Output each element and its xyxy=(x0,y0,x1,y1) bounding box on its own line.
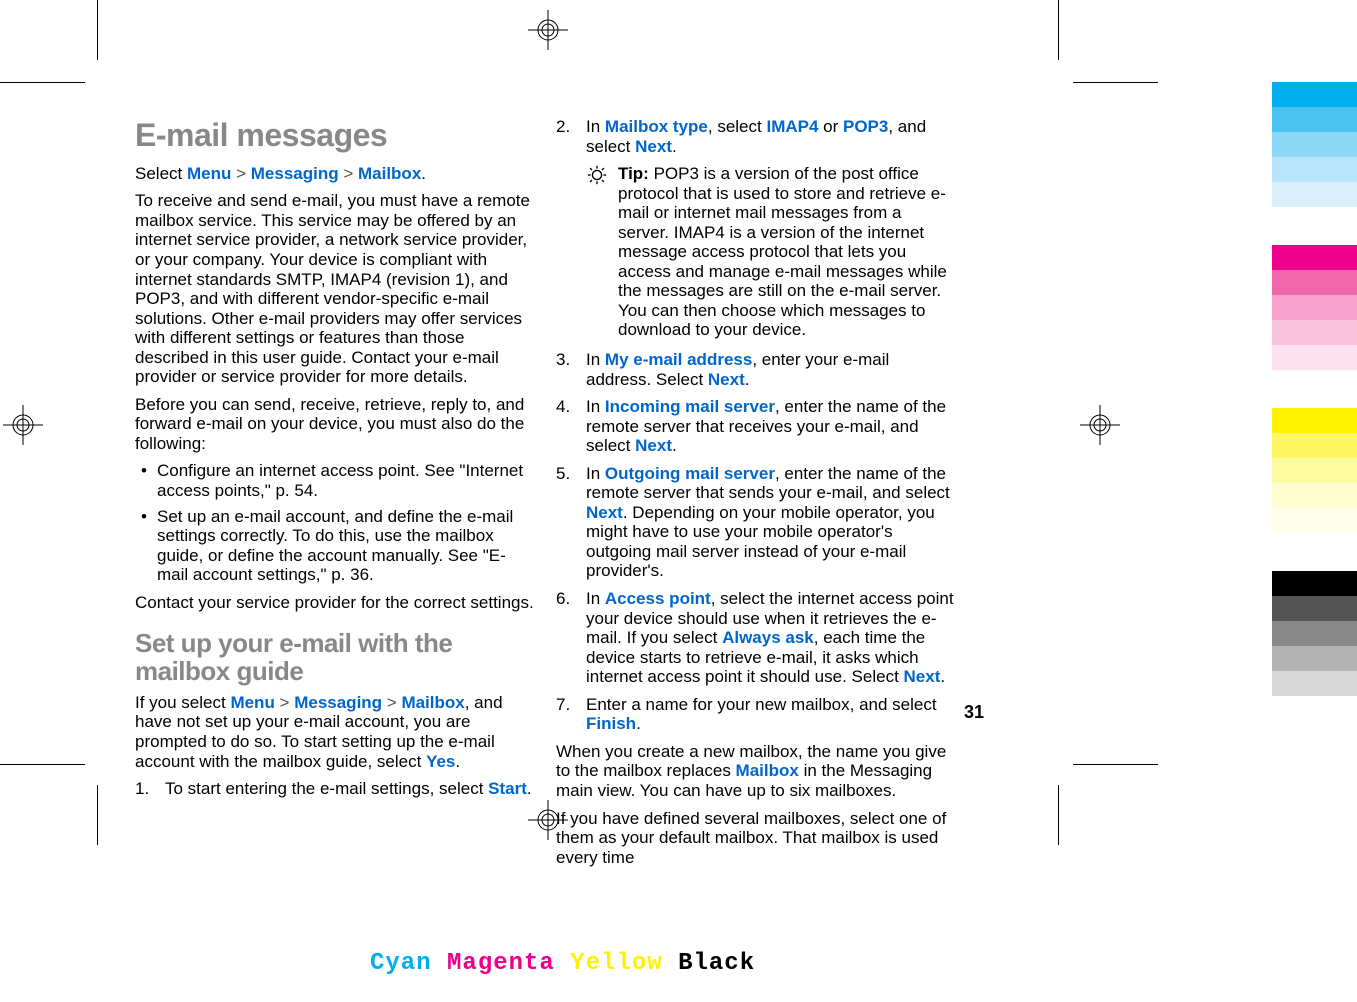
color-swatch xyxy=(1272,571,1357,596)
list-item: Configure an internet access point. See … xyxy=(135,461,534,500)
list-item: 4.In Incoming mail server, enter the nam… xyxy=(556,397,955,456)
color-swatch xyxy=(1272,182,1357,207)
registration-mark-top xyxy=(528,10,568,50)
cmyk-magenta-label: Magenta xyxy=(447,950,555,977)
color-swatch xyxy=(1272,270,1357,295)
crop-mark xyxy=(0,764,85,765)
cmyk-black-label: Black xyxy=(678,950,755,977)
option-yes: Yes xyxy=(426,752,455,771)
numbered-list-continued: 2. In Mailbox type, select IMAP4 or POP3… xyxy=(556,117,955,734)
option-next: Next xyxy=(904,667,941,686)
crop-mark xyxy=(0,82,85,83)
crop-mark xyxy=(97,785,98,845)
option-finish: Finish xyxy=(586,714,636,733)
numbered-list: 1.To start entering the e-mail settings,… xyxy=(135,779,534,799)
option-pop3: POP3 xyxy=(843,117,888,136)
page-title: E-mail messages xyxy=(135,117,534,154)
color-swatch xyxy=(1272,107,1357,132)
color-swatch xyxy=(1272,458,1357,483)
color-swatch xyxy=(1272,646,1357,671)
list-item: 2. In Mailbox type, select IMAP4 or POP3… xyxy=(556,117,955,340)
color-swatch xyxy=(1272,295,1357,320)
section-heading: Set up your e-mail with the mailbox guid… xyxy=(135,630,534,685)
bullet-list: Configure an internet access point. See … xyxy=(135,461,534,584)
field-my-email: My e-mail address xyxy=(605,350,752,369)
option-start: Start xyxy=(488,779,527,798)
column-left: E-mail messages Select Menu > Messaging … xyxy=(135,117,534,742)
option-next: Next xyxy=(635,436,672,455)
cmyk-yellow-label: Yellow xyxy=(570,950,662,977)
column-right: 2. In Mailbox type, select IMAP4 or POP3… xyxy=(556,117,955,742)
list-item: Set up an e-mail account, and define the… xyxy=(135,507,534,585)
list-item: 3.In My e-mail address, enter your e-mai… xyxy=(556,350,955,389)
list-item: 5.In Outgoing mail server, enter the nam… xyxy=(556,464,955,581)
field-incoming-server: Incoming mail server xyxy=(605,397,775,416)
color-swatch xyxy=(1272,245,1357,270)
tip-callout: Tip: POP3 is a version of the post offic… xyxy=(586,164,955,340)
page-content: E-mail messages Select Menu > Messaging … xyxy=(135,117,955,742)
tip-label: Tip: xyxy=(618,164,654,183)
nav-mailbox: Mailbox xyxy=(401,693,464,712)
cmyk-cyan-label: Cyan xyxy=(370,950,432,977)
nav-menu: Menu xyxy=(187,164,231,183)
option-imap4: IMAP4 xyxy=(766,117,818,136)
color-swatch xyxy=(1272,408,1357,433)
body-paragraph: Before you can send, receive, retrieve, … xyxy=(135,395,534,454)
body-paragraph: If you have defined several mailboxes, s… xyxy=(556,809,955,868)
registration-mark-right xyxy=(1080,405,1120,445)
color-swatch xyxy=(1272,132,1357,157)
color-swatch xyxy=(1272,157,1357,182)
color-swatch xyxy=(1272,320,1357,345)
option-next: Next xyxy=(708,370,745,389)
crop-mark xyxy=(97,0,98,60)
nav-messaging: Messaging xyxy=(251,164,339,183)
color-swatch xyxy=(1272,671,1357,696)
color-swatch xyxy=(1272,621,1357,646)
option-next: Next xyxy=(586,503,623,522)
field-access-point: Access point xyxy=(605,589,711,608)
body-paragraph: When you create a new mailbox, the name … xyxy=(556,742,955,801)
nav-mailbox: Mailbox xyxy=(736,761,799,780)
page-number: 31 xyxy=(964,702,984,723)
option-next: Next xyxy=(635,137,672,156)
body-paragraph: If you select Menu > Messaging > Mailbox… xyxy=(135,693,534,771)
body-paragraph: Contact your service provider for the co… xyxy=(135,593,534,613)
cmyk-footer: Cyan Magenta Yellow Black xyxy=(370,950,755,978)
color-calibration-bars xyxy=(1272,82,1357,696)
body-paragraph: To receive and send e-mail, you must hav… xyxy=(135,191,534,386)
color-swatch xyxy=(1272,508,1357,533)
option-always-ask: Always ask xyxy=(722,628,814,647)
crop-mark xyxy=(1058,0,1059,60)
color-swatch xyxy=(1272,82,1357,107)
crop-mark xyxy=(1073,82,1158,83)
list-item: 7.Enter a name for your new mailbox, and… xyxy=(556,695,955,734)
list-item: 6.In Access point, select the internet a… xyxy=(556,589,955,687)
tip-text: Tip: POP3 is a version of the post offic… xyxy=(618,164,955,340)
field-outgoing-server: Outgoing mail server xyxy=(605,464,775,483)
color-swatch xyxy=(1272,596,1357,621)
color-swatch xyxy=(1272,433,1357,458)
crop-mark xyxy=(1058,785,1059,845)
field-mailbox-type: Mailbox type xyxy=(605,117,708,136)
nav-messaging: Messaging xyxy=(294,693,382,712)
nav-mailbox: Mailbox xyxy=(358,164,421,183)
list-item: 1.To start entering the e-mail settings,… xyxy=(135,779,534,799)
crop-mark xyxy=(1073,764,1158,765)
nav-menu: Menu xyxy=(230,693,274,712)
color-swatch xyxy=(1272,483,1357,508)
color-swatch xyxy=(1272,345,1357,370)
breadcrumb-nav: Select Menu > Messaging > Mailbox. xyxy=(135,164,534,184)
registration-mark-left xyxy=(3,405,43,445)
lightbulb-icon xyxy=(586,164,608,340)
